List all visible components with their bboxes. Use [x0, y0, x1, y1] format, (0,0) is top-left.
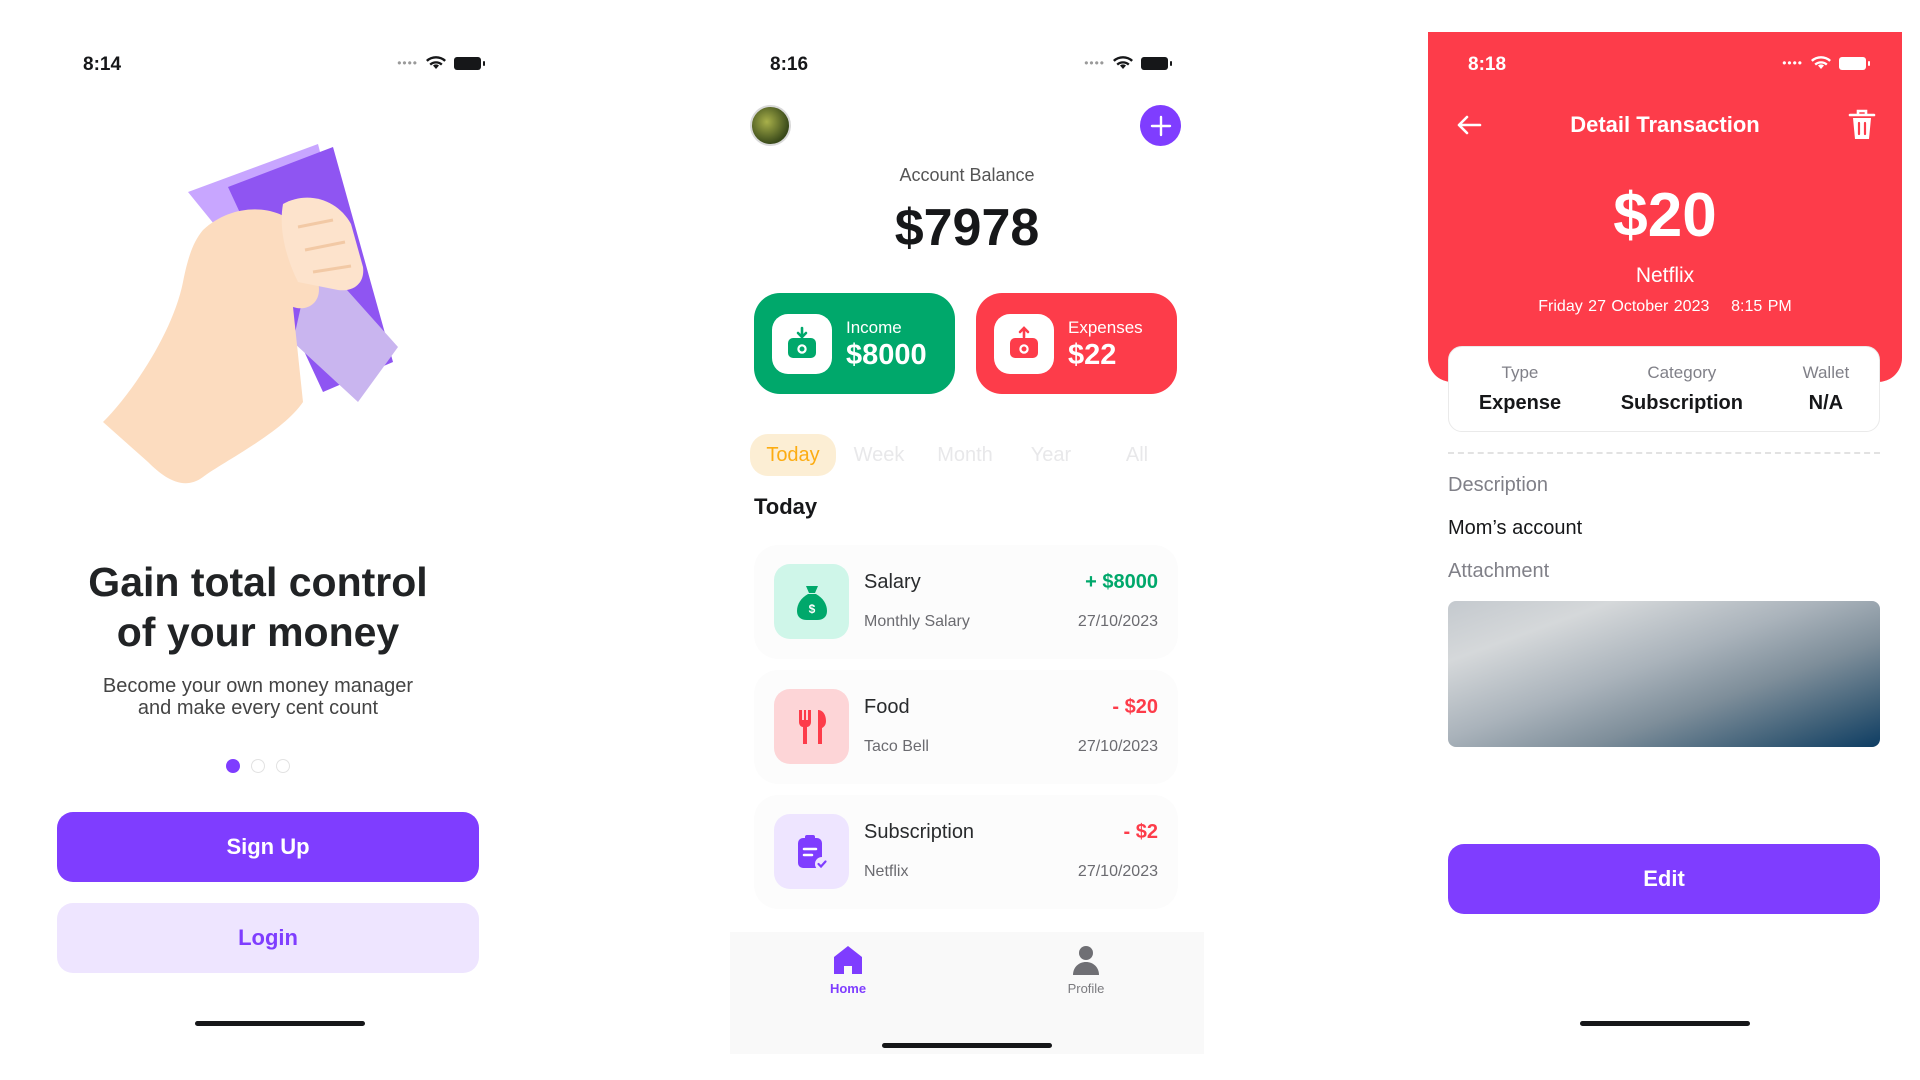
- attachment-image[interactable]: [1448, 601, 1880, 747]
- nav-home[interactable]: Home: [808, 944, 888, 996]
- transaction-amount: - $2: [1123, 821, 1158, 843]
- tab-week[interactable]: Week: [836, 434, 922, 476]
- transaction-amount: + $8000: [1085, 571, 1158, 593]
- battery-icon: [1141, 56, 1172, 70]
- transaction-datetime: Friday 27 October 2023 8:15 PM: [1538, 298, 1792, 315]
- wifi-icon: [1811, 56, 1831, 69]
- plus-icon: [1150, 115, 1171, 136]
- signal-icon: ••••: [397, 56, 418, 70]
- divider: [1448, 452, 1880, 454]
- battery-icon: [454, 56, 485, 70]
- user-icon: [1073, 946, 1099, 975]
- transaction-date: 27/10/2023: [1077, 863, 1158, 880]
- onboarding-screen: 8:14 •••• Gain total control of your mon…: [43, 32, 517, 1054]
- info-category: Category Subscription: [1620, 363, 1743, 414]
- balance-label: Account Balance: [899, 165, 1035, 185]
- tab-today[interactable]: Today: [750, 434, 836, 476]
- description-value: Mom’s account: [1448, 517, 1583, 539]
- signal-icon: ••••: [1084, 56, 1105, 70]
- tab-all[interactable]: All: [1094, 434, 1180, 476]
- status-bar: 8:18 ••••: [1428, 46, 1902, 76]
- income-card[interactable]: Income $8000: [754, 293, 955, 394]
- trash-icon[interactable]: [1846, 108, 1878, 142]
- transaction-merchant: Netflix: [1635, 264, 1695, 287]
- nav-profile-label: Profile: [1067, 981, 1105, 996]
- balance-value: $7978: [894, 199, 1040, 257]
- tab-month[interactable]: Month: [922, 434, 1008, 476]
- restaurant-icon: [774, 689, 849, 764]
- status-time: 8:16: [770, 54, 809, 75]
- page-indicator: [43, 759, 473, 773]
- login-button[interactable]: Login: [57, 903, 479, 973]
- income-label: Income: [846, 318, 902, 337]
- transaction-name: Salary: [864, 571, 921, 593]
- nav-profile[interactable]: Profile: [1046, 944, 1126, 996]
- transaction-name: Subscription: [864, 821, 975, 843]
- app-screens-collage: 8:14 •••• Gain total control of your mon…: [0, 0, 1920, 1080]
- onboarding-title: Gain total control of your money: [88, 559, 428, 655]
- status-bar: 8:16 ••••: [730, 46, 1204, 76]
- description-label: Description: [1448, 474, 1549, 496]
- transaction-date: 27/10/2023: [1077, 738, 1158, 755]
- status-time: 8:18: [1468, 54, 1507, 75]
- section-title: Today: [754, 494, 818, 519]
- sign-up-button[interactable]: Sign Up: [57, 812, 479, 882]
- expenses-card[interactable]: Expenses $22: [976, 293, 1177, 394]
- transaction-desc: Monthly Salary: [864, 613, 970, 630]
- home-indicator: [195, 1021, 365, 1026]
- add-transaction-button[interactable]: [1140, 105, 1181, 146]
- transaction-amount: - $20: [1112, 696, 1158, 718]
- svg-text:$: $: [808, 602, 815, 616]
- attachment-label: Attachment: [1448, 560, 1550, 582]
- signal-icon: ••••: [1782, 56, 1803, 70]
- transaction-desc: Taco Bell: [864, 738, 929, 755]
- page-dot[interactable]: [276, 759, 290, 773]
- expense-icon: [994, 314, 1054, 374]
- edit-button[interactable]: Edit: [1448, 844, 1880, 914]
- status-bar: 8:14 ••••: [43, 46, 517, 76]
- transaction-date: 27/10/2023: [1077, 613, 1158, 630]
- home-icon: [834, 946, 862, 974]
- income-value: $8000: [846, 339, 927, 371]
- transaction-detail-screen: 8:18 •••• Detail Transaction $20 Netflix…: [1428, 32, 1902, 1054]
- money-hand-illustration: [103, 144, 398, 484]
- info-type: Type Expense: [1478, 363, 1562, 414]
- transaction-item-salary[interactable]: $ Salary Monthly Salary + $8000 27/10/20…: [754, 545, 1178, 659]
- recurring-bill-icon: [774, 814, 849, 889]
- transaction-info-card: Type Expense Category Subscription Walle…: [1448, 346, 1880, 432]
- page-dot[interactable]: [251, 759, 265, 773]
- page-dot-active[interactable]: [226, 759, 240, 773]
- bottom-navigation: Home Profile: [730, 932, 1204, 1054]
- money-bag-icon: $: [774, 564, 849, 639]
- tab-year[interactable]: Year: [1008, 434, 1094, 476]
- expenses-label: Expenses: [1068, 318, 1143, 337]
- home-screen: 8:16 •••• Account Balance $7978 Income $…: [730, 32, 1204, 1054]
- wifi-icon: [1113, 56, 1133, 69]
- nav-home-label: Home: [829, 981, 867, 996]
- transaction-desc: Netflix: [864, 863, 909, 880]
- transaction-item-subscription[interactable]: Subscription Netflix - $2 27/10/2023: [754, 795, 1178, 909]
- home-indicator: [1580, 1021, 1750, 1026]
- avatar[interactable]: [750, 105, 791, 146]
- transaction-item-food[interactable]: Food Taco Bell - $20 27/10/2023: [754, 670, 1178, 784]
- transaction-name: Food: [864, 696, 910, 718]
- transaction-amount: $20: [1613, 181, 1717, 250]
- onboarding-subtitle: Become your own money manager and make e…: [102, 675, 414, 719]
- info-wallet: Wallet N/A: [1802, 363, 1850, 414]
- status-time: 8:14: [83, 54, 122, 75]
- expenses-value: $22: [1068, 339, 1117, 371]
- home-indicator: [882, 1043, 1052, 1048]
- battery-icon: [1839, 56, 1870, 70]
- wifi-icon: [426, 56, 446, 69]
- income-icon: [772, 314, 832, 374]
- period-tabs: Today Week Month Year All: [750, 434, 1180, 476]
- page-title: Detail Transaction: [1570, 112, 1760, 137]
